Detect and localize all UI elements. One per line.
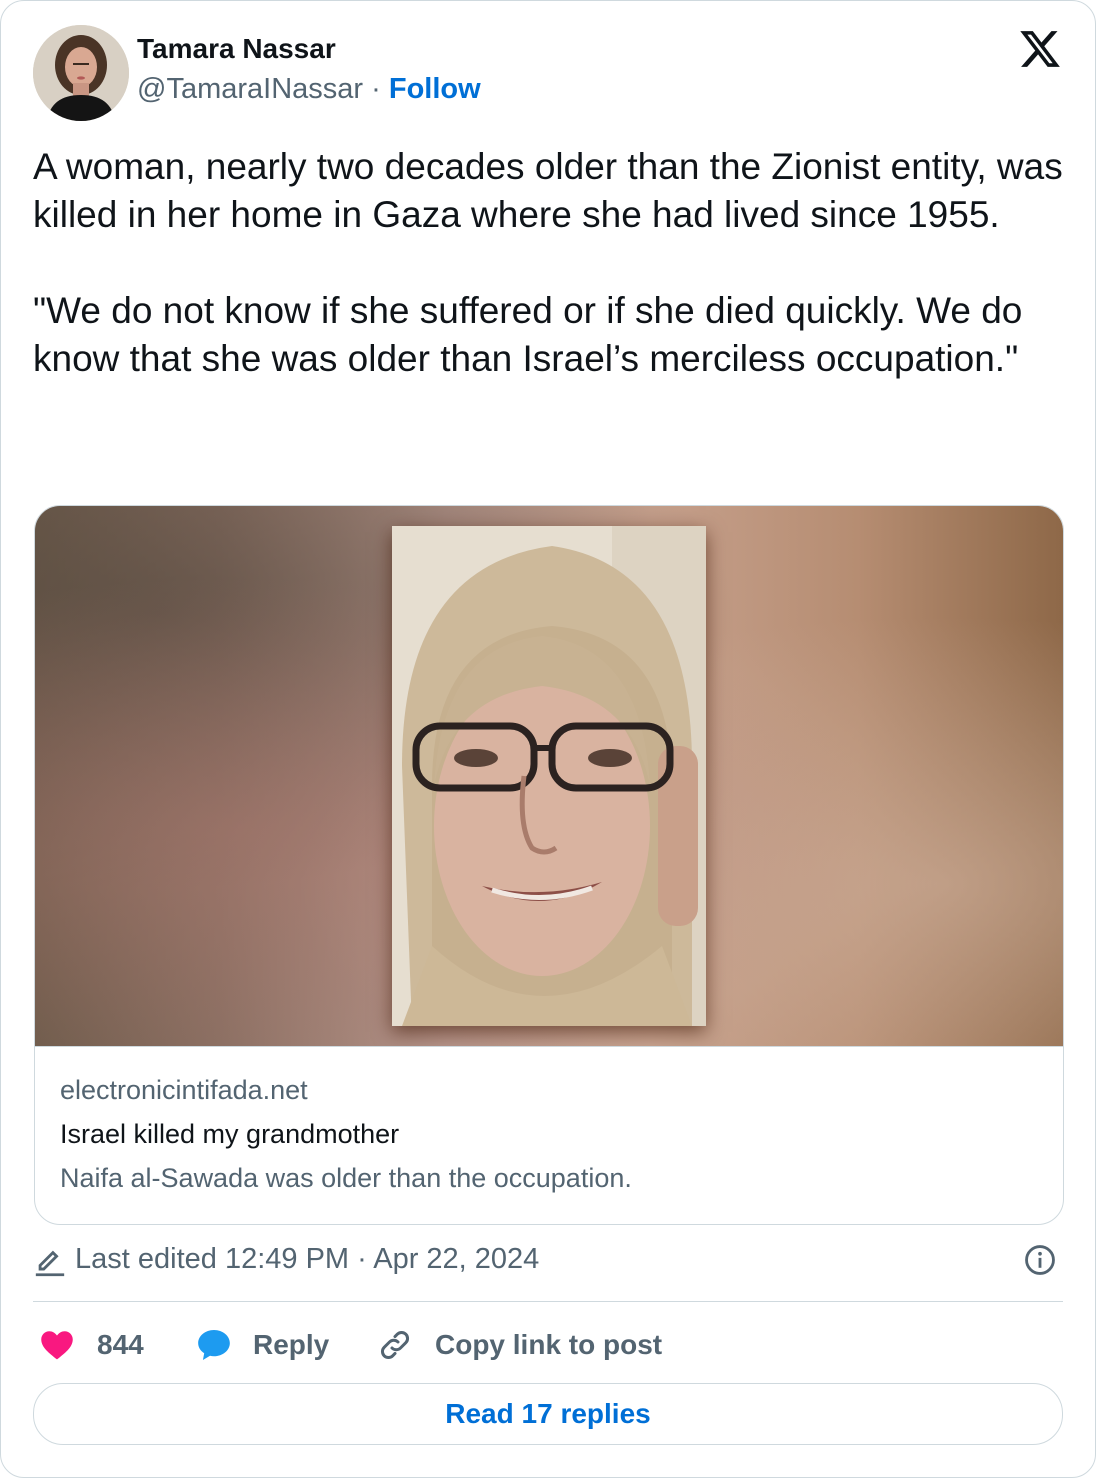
link-domain: electronicintifada.net	[60, 1075, 308, 1105]
divider	[33, 1301, 1063, 1302]
copy-link-button[interactable]: Copy link to post	[377, 1321, 662, 1369]
heart-icon	[41, 1331, 73, 1360]
like-count: 844	[97, 1329, 144, 1360]
link-preview-meta: electronicintifada.net Israel killed my …	[35, 1046, 1063, 1224]
link-preview-image	[35, 506, 1063, 1046]
avatar[interactable]	[33, 25, 129, 121]
author-name[interactable]: Tamara Nassar	[137, 33, 336, 65]
link-icon	[381, 1331, 409, 1359]
last-edited-text[interactable]: Last edited 12:49 PM · Apr 22, 2024	[75, 1243, 539, 1276]
link-description: Naifa al-Sawada was older than the occup…	[60, 1163, 632, 1193]
read-replies-button[interactable]: Read 17 replies	[33, 1383, 1063, 1445]
like-button[interactable]: 844	[39, 1321, 144, 1369]
separator-dot: ·	[371, 73, 381, 105]
tweet-embed-card: Tamara Nassar @TamaraINassar · Follow A …	[0, 0, 1096, 1478]
portrait-photo	[392, 526, 706, 1026]
pencil-icon	[35, 1250, 65, 1277]
avatar-image	[33, 25, 129, 121]
edited-timestamp-row: Last edited 12:49 PM · Apr 22, 2024	[33, 1241, 1063, 1281]
action-bar: 844 Reply Copy link to post	[33, 1321, 1063, 1369]
link-title: Israel killed my grandmother	[60, 1119, 400, 1149]
handle-line: @TamaraINassar · Follow	[137, 73, 481, 106]
tweet-text: A woman, nearly two decades older than t…	[33, 146, 1063, 379]
copy-link-label: Copy link to post	[435, 1329, 663, 1360]
x-logo-icon[interactable]	[1017, 27, 1063, 71]
author-handle[interactable]: @TamaraINassar	[137, 73, 363, 105]
reply-bubble-icon	[198, 1329, 230, 1361]
reply-button[interactable]: Reply	[195, 1321, 329, 1369]
follow-button[interactable]: Follow	[389, 73, 481, 105]
info-icon[interactable]	[1023, 1243, 1057, 1277]
reply-label: Reply	[253, 1329, 330, 1360]
link-preview-card[interactable]: electronicintifada.net Israel killed my …	[34, 505, 1064, 1225]
